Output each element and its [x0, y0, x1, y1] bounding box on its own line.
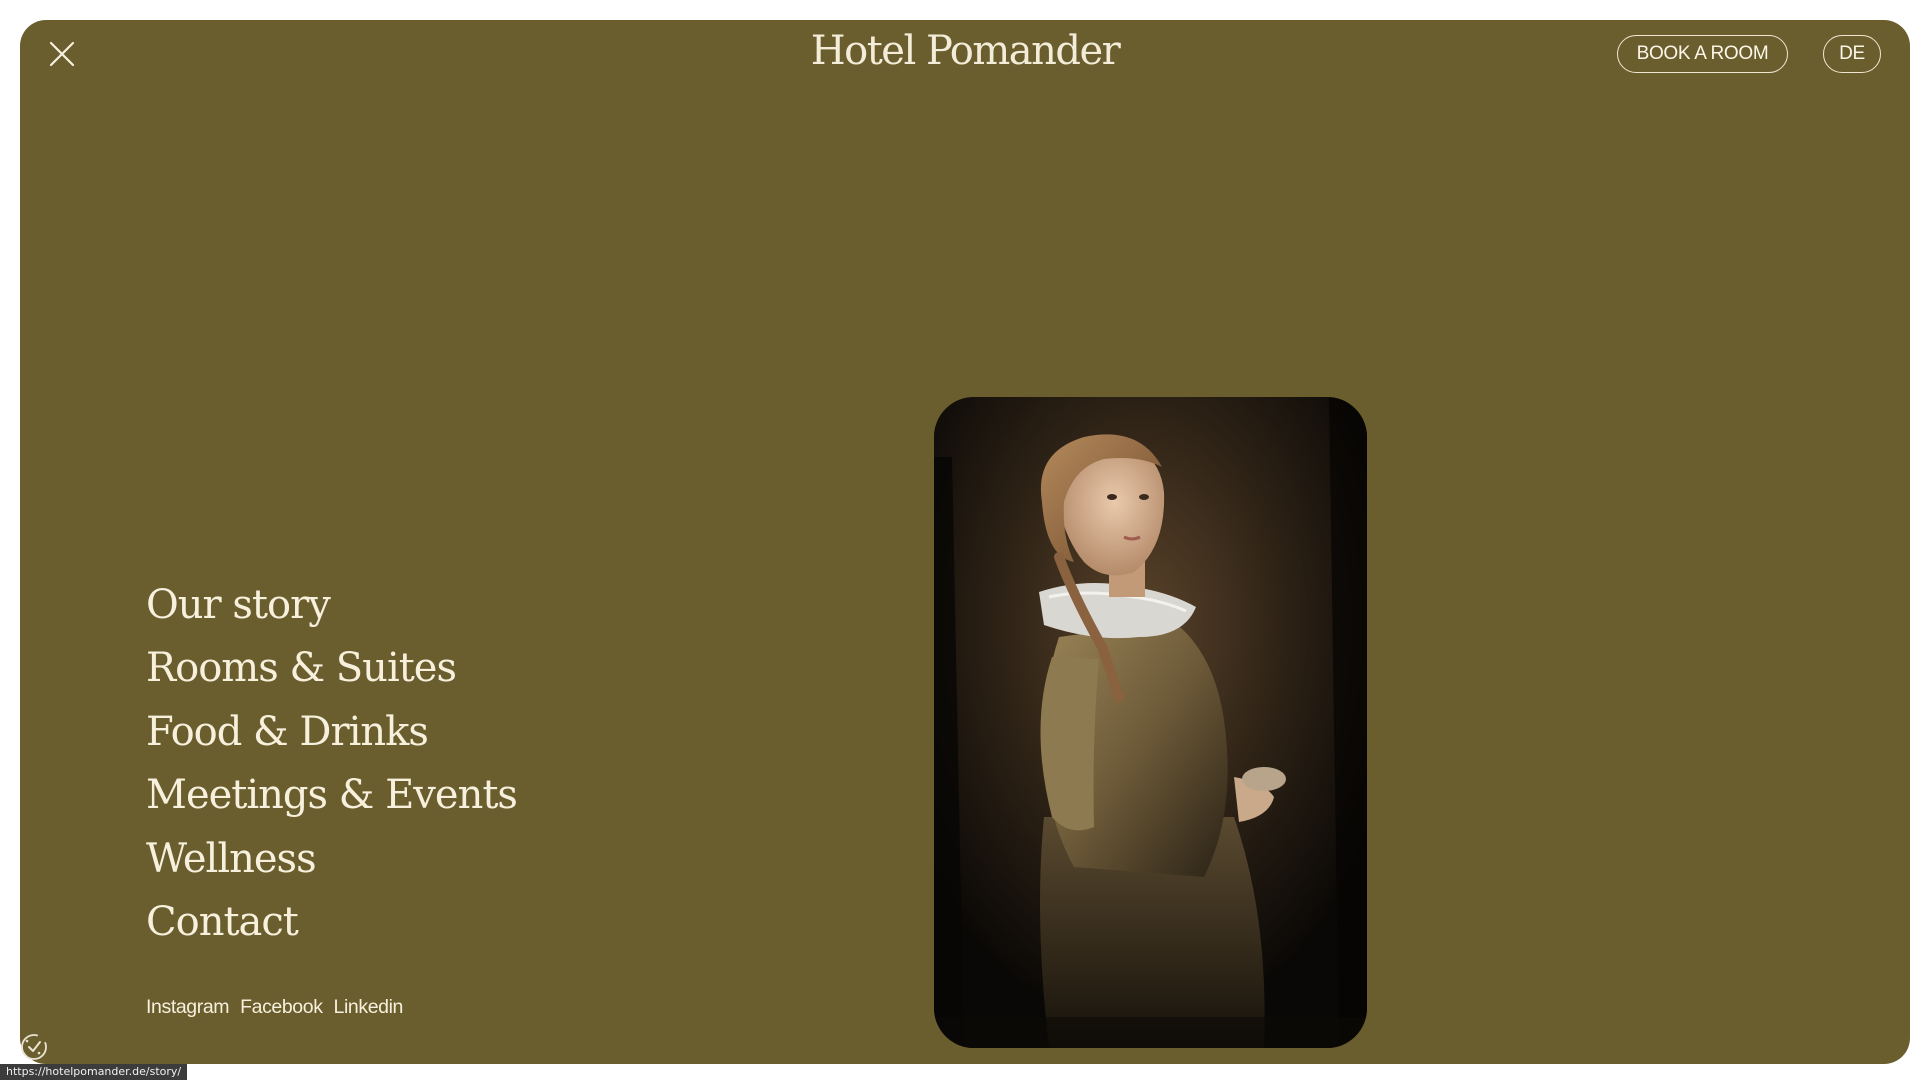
nav-item-rooms-suites[interactable]: Rooms & Suites — [146, 637, 517, 700]
portrait-painting-icon — [934, 397, 1367, 1048]
menu-overlay: Hotel Pomander BOOK A ROOM DE Our story … — [20, 20, 1910, 1064]
cookie-consent-icon — [21, 1034, 47, 1060]
main-nav: Our story Rooms & Suites Food & Drinks M… — [146, 574, 518, 954]
language-switch-button[interactable]: DE — [1823, 35, 1881, 73]
social-link-instagram[interactable]: Instagram — [146, 996, 230, 1019]
nav-item-meetings-events[interactable]: Meetings & Events — [146, 764, 518, 827]
social-links: Instagram Facebook Linkedin — [146, 996, 403, 1019]
nav-item-our-story[interactable]: Our story — [146, 574, 517, 637]
nav-item-food-drinks[interactable]: Food & Drinks — [146, 701, 517, 764]
feature-portrait-image — [934, 397, 1367, 1048]
cookie-settings-button[interactable] — [17, 1030, 51, 1064]
social-link-linkedin[interactable]: Linkedin — [334, 996, 404, 1019]
nav-item-wellness[interactable]: Wellness — [146, 828, 517, 891]
social-link-facebook[interactable]: Facebook — [240, 996, 323, 1019]
nav-item-contact[interactable]: Contact — [146, 891, 517, 954]
link-preview-status: https://hotelpomander.de/story/ — [0, 1064, 188, 1080]
book-a-room-button[interactable]: BOOK A ROOM — [1617, 35, 1788, 73]
